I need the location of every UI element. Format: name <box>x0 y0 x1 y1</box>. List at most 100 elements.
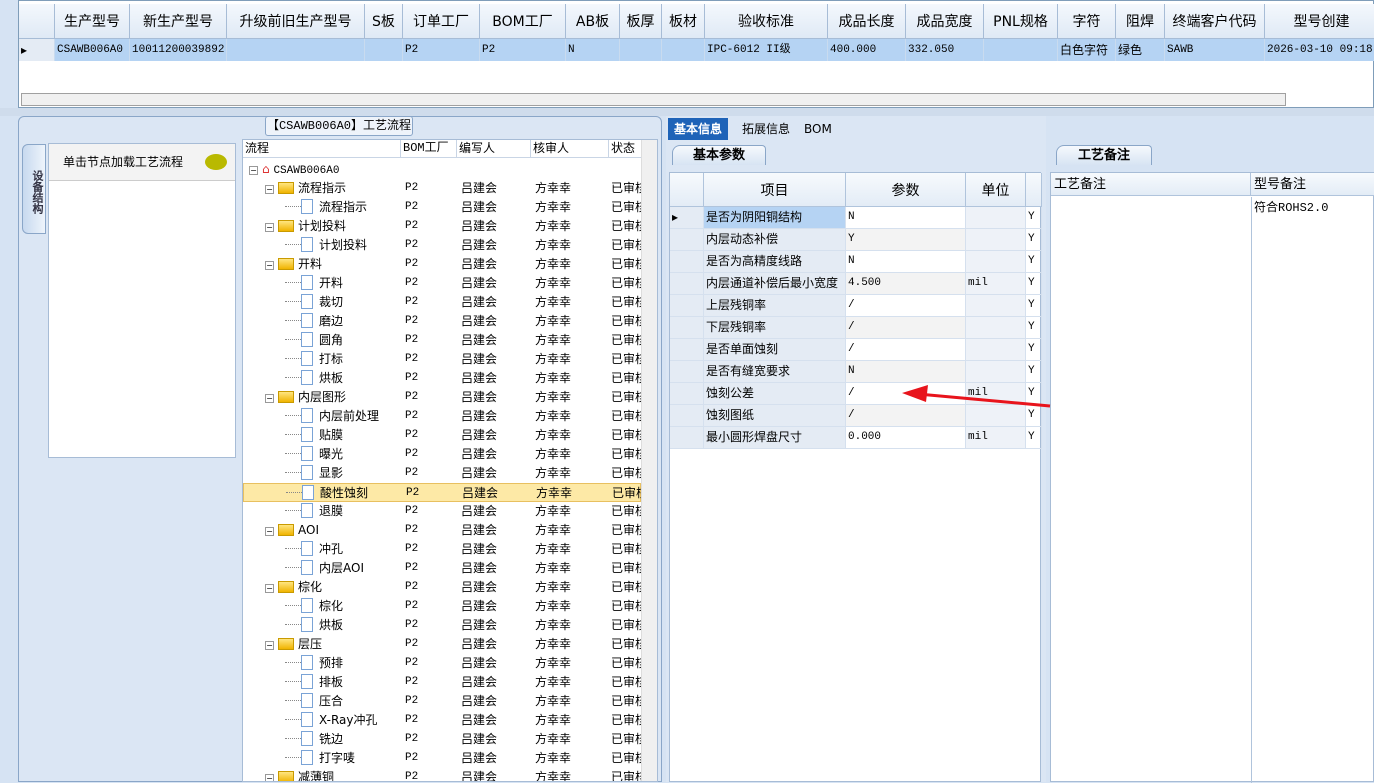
tree-node[interactable]: −层压 P2 吕建会 方幸幸 已审核 <box>243 635 641 654</box>
col-header[interactable]: 生产型号 <box>55 4 130 39</box>
tree-col-header[interactable]: 编写人 <box>457 140 531 158</box>
tree-node[interactable]: 圆角 P2 吕建会 方幸幸 已审核 <box>243 331 641 350</box>
row-indicator[interactable]: ▸ <box>670 207 704 228</box>
vertical-scrollbar[interactable] <box>641 140 657 781</box>
row-indicator[interactable] <box>670 339 704 360</box>
param-col-header[interactable]: 参数 <box>846 173 966 207</box>
grid-cell[interactable] <box>984 39 1058 61</box>
tree-col-header[interactable]: BOM工厂 <box>401 140 457 158</box>
param-value[interactable]: 4.500 <box>846 273 966 294</box>
col-header[interactable]: 板材 <box>662 4 705 39</box>
param-row[interactable]: 下层残铜率 / Y <box>670 317 1042 339</box>
param-col-header[interactable]: 项目 <box>704 173 846 207</box>
param-col-header[interactable]: 单位 <box>966 173 1026 207</box>
col-header[interactable]: 字符 <box>1058 4 1116 39</box>
tree-node[interactable]: −内层图形 P2 吕建会 方幸幸 已审核 <box>243 388 641 407</box>
tree-node[interactable]: 计划投料 P2 吕建会 方幸幸 已审核 <box>243 236 641 255</box>
tree-col-header[interactable]: 核审人 <box>531 140 609 158</box>
col-header[interactable]: 验收标准 <box>705 4 828 39</box>
tree-node[interactable]: 显影 P2 吕建会 方幸幸 已审核 <box>243 464 641 483</box>
row-indicator[interactable] <box>670 361 704 382</box>
row-indicator[interactable] <box>670 317 704 338</box>
tree-node[interactable]: 打字唛 P2 吕建会 方幸幸 已审核 <box>243 749 641 768</box>
tree-node[interactable]: X-Ray冲孔 P2 吕建会 方幸幸 已审核 <box>243 711 641 730</box>
tree-node[interactable]: 曝光 P2 吕建会 方幸幸 已审核 <box>243 445 641 464</box>
param-value[interactable]: / <box>846 295 966 316</box>
grid-cell[interactable] <box>620 39 662 61</box>
row-indicator[interactable] <box>670 405 704 426</box>
grid-cell[interactable] <box>662 39 705 61</box>
tree-node[interactable]: 酸性蚀刻 P2 吕建会 方幸幸 已审核 <box>243 483 642 502</box>
tree-node[interactable]: 内层前处理 P2 吕建会 方幸幸 已审核 <box>243 407 641 426</box>
grid-cell[interactable]: CSAWB006A0 <box>55 39 130 61</box>
grid-cell[interactable] <box>365 39 403 61</box>
param-row[interactable]: ▸ 是否为阴阳铜结构 N Y <box>670 207 1042 229</box>
grid-cell[interactable]: 绿色 <box>1116 39 1165 61</box>
grid-cell[interactable]: 白色字符 <box>1058 39 1116 61</box>
tree-node[interactable]: 冲孔 P2 吕建会 方幸幸 已审核 <box>243 540 641 559</box>
grid-cell[interactable]: 400.000 <box>828 39 906 61</box>
col-header[interactable]: 升级前旧生产型号 <box>227 4 365 39</box>
row-indicator[interactable] <box>670 383 704 404</box>
col-header[interactable]: 订单工厂 <box>403 4 480 39</box>
tab-right-2[interactable]: BOM <box>798 118 838 140</box>
grid-cell[interactable]: P2 <box>403 39 480 61</box>
tab-basic-params[interactable]: 基本参数 <box>672 145 766 165</box>
tree-node[interactable]: −AOI P2 吕建会 方幸幸 已审核 <box>243 521 641 540</box>
col-header[interactable]: 新生产型号 <box>130 4 227 39</box>
col-header[interactable]: 板厚 <box>620 4 662 39</box>
tree-node[interactable]: 裁切 P2 吕建会 方幸幸 已审核 <box>243 293 641 312</box>
param-row[interactable]: 是否为高精度线路 N Y <box>670 251 1042 273</box>
grid-cell[interactable]: P2 <box>480 39 566 61</box>
grid-corner[interactable] <box>670 173 704 207</box>
model-note-value[interactable]: 符合ROHS2.0 <box>1254 198 1328 215</box>
tree-node[interactable]: 烘板 P2 吕建会 方幸幸 已审核 <box>243 616 641 635</box>
param-row[interactable]: 上层残铜率 / Y <box>670 295 1042 317</box>
param-value[interactable]: 0.000 <box>846 427 966 448</box>
tab-right-1[interactable]: 拓展信息 <box>736 118 796 140</box>
grid-cell[interactable]: 332.050 <box>906 39 984 61</box>
col-header[interactable]: 终端客户代码 <box>1165 4 1265 39</box>
tree-node[interactable]: 磨边 P2 吕建会 方幸幸 已审核 <box>243 312 641 331</box>
grid-cell[interactable]: 2026-03-10 09:18: <box>1265 39 1374 61</box>
tree-node[interactable]: −计划投料 P2 吕建会 方幸幸 已审核 <box>243 217 641 236</box>
grid-cell[interactable]: IPC-6012 II级 <box>705 39 828 61</box>
tree-node[interactable]: 流程指示 P2 吕建会 方幸幸 已审核 <box>243 198 641 217</box>
col-header[interactable]: 阻焊 <box>1116 4 1165 39</box>
param-row[interactable]: 内层动态补偿 Y Y <box>670 229 1042 251</box>
tree-node[interactable]: 烘板 P2 吕建会 方幸幸 已审核 <box>243 369 641 388</box>
tree-col-header[interactable]: 流程 <box>243 140 401 158</box>
row-indicator[interactable] <box>670 295 704 316</box>
param-value[interactable]: / <box>846 317 966 338</box>
col-header[interactable]: 型号创建 <box>1265 4 1374 39</box>
tree-node[interactable]: 排板 P2 吕建会 方幸幸 已审核 <box>243 673 641 692</box>
horizontal-scrollbar[interactable] <box>21 93 1286 106</box>
tree-node[interactable]: 预排 P2 吕建会 方幸幸 已审核 <box>243 654 641 673</box>
row-indicator[interactable] <box>670 251 704 272</box>
tree-node[interactable]: −棕化 P2 吕建会 方幸幸 已审核 <box>243 578 641 597</box>
grid-corner[interactable] <box>19 4 55 39</box>
tree-node[interactable]: 贴膜 P2 吕建会 方幸幸 已审核 <box>243 426 641 445</box>
tree-node[interactable]: −减薄铜 P2 吕建会 方幸幸 已审核 <box>243 768 641 781</box>
row-indicator[interactable]: ▸ <box>19 39 55 61</box>
col-header[interactable]: 成品宽度 <box>906 4 984 39</box>
param-value[interactable]: Y <box>846 229 966 250</box>
tree-node[interactable]: 开料 P2 吕建会 方幸幸 已审核 <box>243 274 641 293</box>
col-header[interactable]: AB板 <box>566 4 620 39</box>
grid-cell[interactable]: N <box>566 39 620 61</box>
tab-right-0[interactable]: 基本信息 <box>668 118 729 140</box>
param-value[interactable]: / <box>846 339 966 360</box>
param-value[interactable]: N <box>846 207 966 228</box>
tree-node[interactable]: 打标 P2 吕建会 方幸幸 已审核 <box>243 350 641 369</box>
tree-node[interactable]: 压合 P2 吕建会 方幸幸 已审核 <box>243 692 641 711</box>
param-row[interactable]: 内层通道补偿后最小宽度 4.500 mil Y <box>670 273 1042 295</box>
param-row[interactable]: 是否单面蚀刻 / Y <box>670 339 1042 361</box>
tab-process-notes[interactable]: 工艺备注 <box>1056 145 1152 165</box>
tree-node[interactable]: −流程指示 P2 吕建会 方幸幸 已审核 <box>243 179 641 198</box>
grid-cell[interactable] <box>227 39 365 61</box>
splitter[interactable] <box>0 108 1374 116</box>
tab-device-structure[interactable]: 设备结构 <box>22 144 46 234</box>
tree-node[interactable]: 棕化 P2 吕建会 方幸幸 已审核 <box>243 597 641 616</box>
tree-root[interactable]: − ⌂ CSAWB006A0 <box>243 160 641 179</box>
tree-node[interactable]: −开料 P2 吕建会 方幸幸 已审核 <box>243 255 641 274</box>
